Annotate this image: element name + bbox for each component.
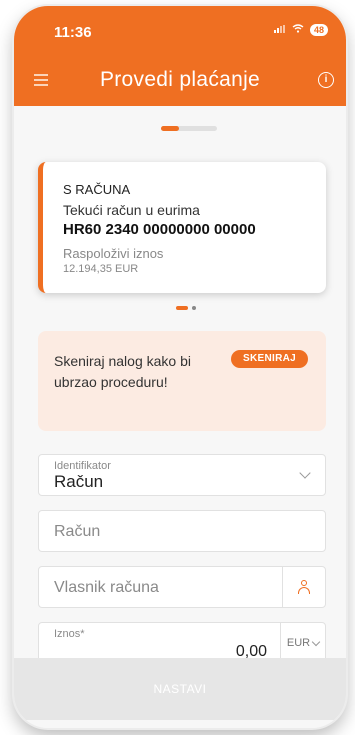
- wifi-icon: [292, 24, 304, 36]
- chevron-down-icon: [311, 637, 321, 646]
- step-progress-fill: [161, 126, 179, 131]
- account-owner-input[interactable]: Vlasnik računa: [38, 566, 326, 608]
- scan-banner: Skeniraj nalog kako bi ubrzao proceduru!…: [38, 331, 326, 431]
- account-type: Tekući račun u eurima: [63, 202, 200, 218]
- identifier-value: Račun: [54, 472, 104, 491]
- page-title: Provedi plaćanje: [99, 68, 261, 91]
- currency-select[interactable]: EUR: [280, 623, 325, 663]
- status-icons: 48: [273, 24, 328, 36]
- amount-label: Iznos*: [54, 628, 85, 640]
- account-owner-placeholder: Vlasnik računa: [54, 579, 159, 596]
- source-account-card[interactable]: S RAČUNA Tekući račun u eurima HR60 2340…: [38, 162, 326, 293]
- currency-value: EUR: [286, 637, 311, 649]
- scan-message: Skeniraj nalog kako bi ubrzao proceduru!: [54, 353, 191, 390]
- phone-frame: 11:36 48 Provedi plaćanje i S RAČUNA Tek…: [14, 6, 346, 728]
- account-number-placeholder: Račun: [54, 523, 101, 540]
- battery-indicator: 48: [309, 24, 328, 36]
- account-iban: HR60 2340 00000000 00000: [63, 221, 256, 238]
- account-number-input[interactable]: Račun: [38, 510, 326, 552]
- contact-picker-button[interactable]: [282, 567, 325, 607]
- info-icon[interactable]: i: [318, 72, 334, 88]
- available-balance-value: 12.194,35 EUR: [63, 263, 139, 275]
- person-icon: [297, 580, 311, 594]
- scan-button[interactable]: SKENIRAJ: [231, 350, 308, 368]
- step-progress: [161, 126, 217, 131]
- identifier-select[interactable]: Identifikator Račun: [38, 454, 326, 496]
- status-bar: 11:36 48: [14, 6, 346, 46]
- chevron-down-icon: [299, 467, 311, 479]
- main-content: S RAČUNA Tekući račun u eurima HR60 2340…: [14, 106, 346, 728]
- identifier-label: Identifikator: [54, 460, 111, 472]
- signal-icon: [273, 24, 286, 36]
- carousel-dot[interactable]: [192, 306, 196, 310]
- available-balance-label: Raspoloživi iznos: [63, 246, 164, 261]
- app-header: 11:36 48 Provedi plaćanje i: [14, 6, 346, 106]
- status-time: 11:36: [54, 24, 92, 41]
- carousel-dots: [176, 306, 196, 310]
- carousel-dot-active[interactable]: [176, 306, 188, 310]
- continue-button[interactable]: NASTAVI: [14, 658, 346, 720]
- account-section-label: S RAČUNA: [63, 182, 131, 197]
